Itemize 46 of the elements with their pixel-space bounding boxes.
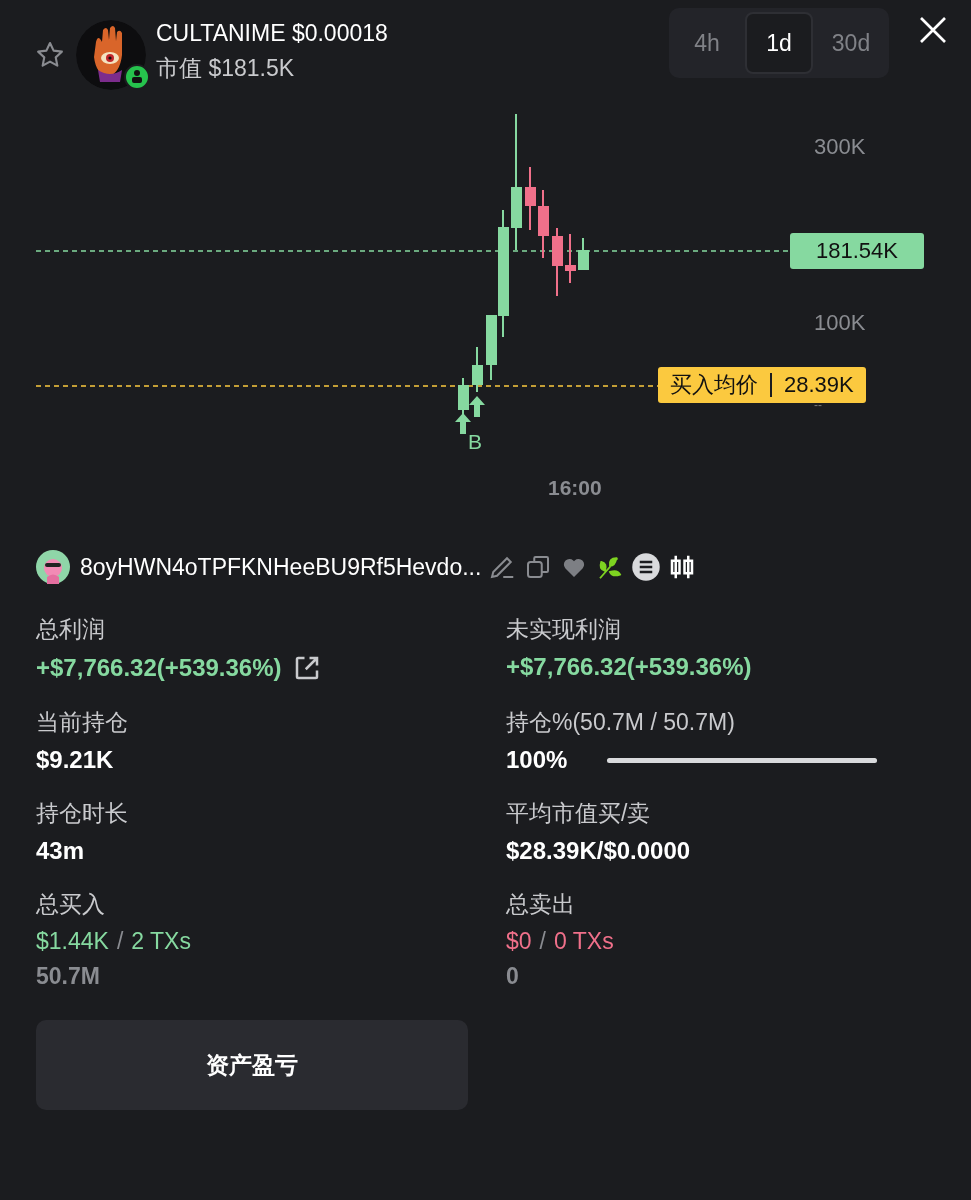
token-name: CULTANIME $0.00018 [156,20,389,47]
stat-value: +$7,766.32(+539.36%) [36,654,282,682]
stat-label: 持仓时长 [36,799,129,828]
stat-label: 持仓%(50.7M / 50.7M) [506,708,736,737]
stat-label: 当前持仓 [36,708,129,737]
candlestick [578,237,589,271]
candlestick [565,233,576,284]
price-tag: 181.54K [790,233,924,269]
stat-label: 平均市值买/卖 [506,799,652,828]
separator: / [116,928,124,955]
badge-icon [124,64,150,90]
wallet-address: 8oyHWN4oTPFKNHeeBU9Rf5Hevdo... [80,553,482,581]
trade-count: 0 TXs [554,928,614,955]
trade-amount: $0 [506,928,532,955]
trade-count: 2 TXs [131,928,191,955]
market-cap: 市值 $181.5K [156,54,296,83]
coin-icon[interactable] [631,552,662,582]
trade-amount: $1.44K [36,928,109,955]
candlestick [472,346,483,393]
stat-value: +$7,766.32(+539.36%) [506,653,752,681]
buy-arrow-icon [455,396,485,434]
candlestick [525,166,536,231]
stat-value: $28.39K/$0.0000 [506,837,691,865]
time-label: 16:00 [548,476,602,500]
candlestick [538,189,549,259]
stat-label: 总利润 [36,615,106,644]
average-value: 28.39K [783,371,855,399]
separator: / [539,928,546,955]
stat-value: 43m [36,837,85,865]
axis-label: 100K [814,310,866,336]
timeframe-tab[interactable]: 4h [673,12,741,74]
pnl-button[interactable]: 资产盈亏 [36,1020,468,1110]
timeframe-tab[interactable]: 30d [817,12,885,74]
token-amount: 0 [506,963,520,990]
stat-value: 100% [506,746,568,774]
candlestick [552,227,563,297]
stat-label: 总买入 [36,890,106,919]
stat-value: $9.21K [36,746,114,774]
stat-label: 总卖出 [506,890,576,919]
token-amount: 50.7M [36,963,101,990]
average-label: 买入均价 [669,371,759,399]
stat-label: 未实现利润 [506,615,622,644]
axis-label: -- [814,398,822,412]
axis-label: 300K [814,134,866,160]
buy-marker: B [468,430,482,454]
timeframe-tab[interactable]: 1d [745,12,813,74]
